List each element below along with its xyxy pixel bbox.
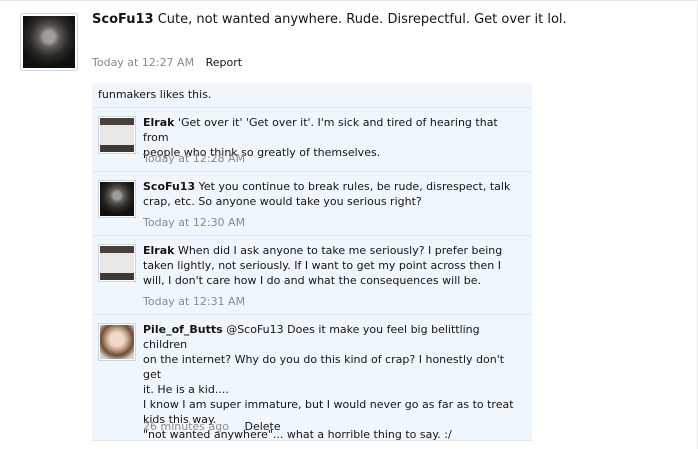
status-username[interactable]: ScoFu13 (92, 12, 154, 27)
comment-timestamp[interactable]: Today at 12:31 AM (143, 295, 245, 308)
comment-username[interactable]: Elrak (143, 244, 174, 257)
comment-username[interactable]: ScoFu13 (143, 180, 195, 193)
report-link[interactable]: Report (206, 56, 242, 69)
avatar[interactable] (20, 13, 78, 71)
comment-item: Elrak 'Get over it' 'Get over it'. I'm s… (92, 108, 532, 172)
delete-link[interactable]: Delete (244, 420, 280, 433)
comment-body: ScoFu13 Yet you continue to break rules,… (143, 179, 523, 209)
status-text: Cute, not wanted anywhere. Rude. Disrepe… (157, 12, 567, 27)
comment-item: Pile_of_Butts @ScoFu13 Does it make you … (92, 315, 532, 441)
comment-text: When did I ask anyone to take me serious… (177, 244, 503, 257)
avatar-image (100, 325, 134, 359)
comment-text: taken lightly, not seriously. If I want … (143, 259, 501, 272)
comment-text: I know I am super immature, but I would … (143, 398, 514, 411)
comment-text: Yet you continue to break rules, be rude… (198, 180, 511, 193)
avatar-image (100, 246, 134, 280)
status-message: ScoFu13 Cute, not wanted anywhere. Rude.… (92, 12, 567, 28)
comment-text: crap, etc. So anyone would take you seri… (143, 195, 422, 208)
avatar-image (100, 182, 134, 216)
comment-item: ScoFu13 Yet you continue to break rules,… (92, 172, 532, 236)
comment-body: Elrak When did I ask anyone to take me s… (143, 243, 523, 288)
comment-text: it. He is a kid.... (143, 383, 229, 396)
status-meta: Today at 12:27 AM Report (92, 56, 242, 69)
comment-meta: 26 minutes ago Delete (143, 420, 281, 433)
comment-text: 'Get over it' 'Get over it'. I'm sick an… (143, 116, 498, 144)
top-divider (0, 0, 698, 1)
comment-avatar[interactable] (98, 116, 136, 154)
comment-timestamp[interactable]: 26 minutes ago (143, 420, 229, 433)
avatar-image (100, 118, 134, 152)
likes-text: funmakers likes this. (98, 88, 212, 101)
comment-username[interactable]: Pile_of_Butts (143, 323, 223, 336)
comment-avatar[interactable] (98, 180, 136, 218)
comment-avatar[interactable] (98, 323, 136, 361)
avatar-image (23, 16, 75, 68)
comment-text: will, I don't care how I do and what the… (143, 274, 482, 287)
comment-timestamp[interactable]: Today at 12:30 AM (143, 216, 245, 229)
comment-text: on the internet? Why do you do this kind… (143, 353, 505, 381)
status-timestamp[interactable]: Today at 12:27 AM (92, 56, 194, 69)
likes-summary: funmakers likes this. (92, 83, 532, 108)
comment-avatar[interactable] (98, 244, 136, 282)
comment-username[interactable]: Elrak (143, 116, 174, 129)
comment-item: Elrak When did I ask anyone to take me s… (92, 236, 532, 315)
comment-timestamp[interactable]: Today at 12:28 AM (143, 152, 245, 165)
